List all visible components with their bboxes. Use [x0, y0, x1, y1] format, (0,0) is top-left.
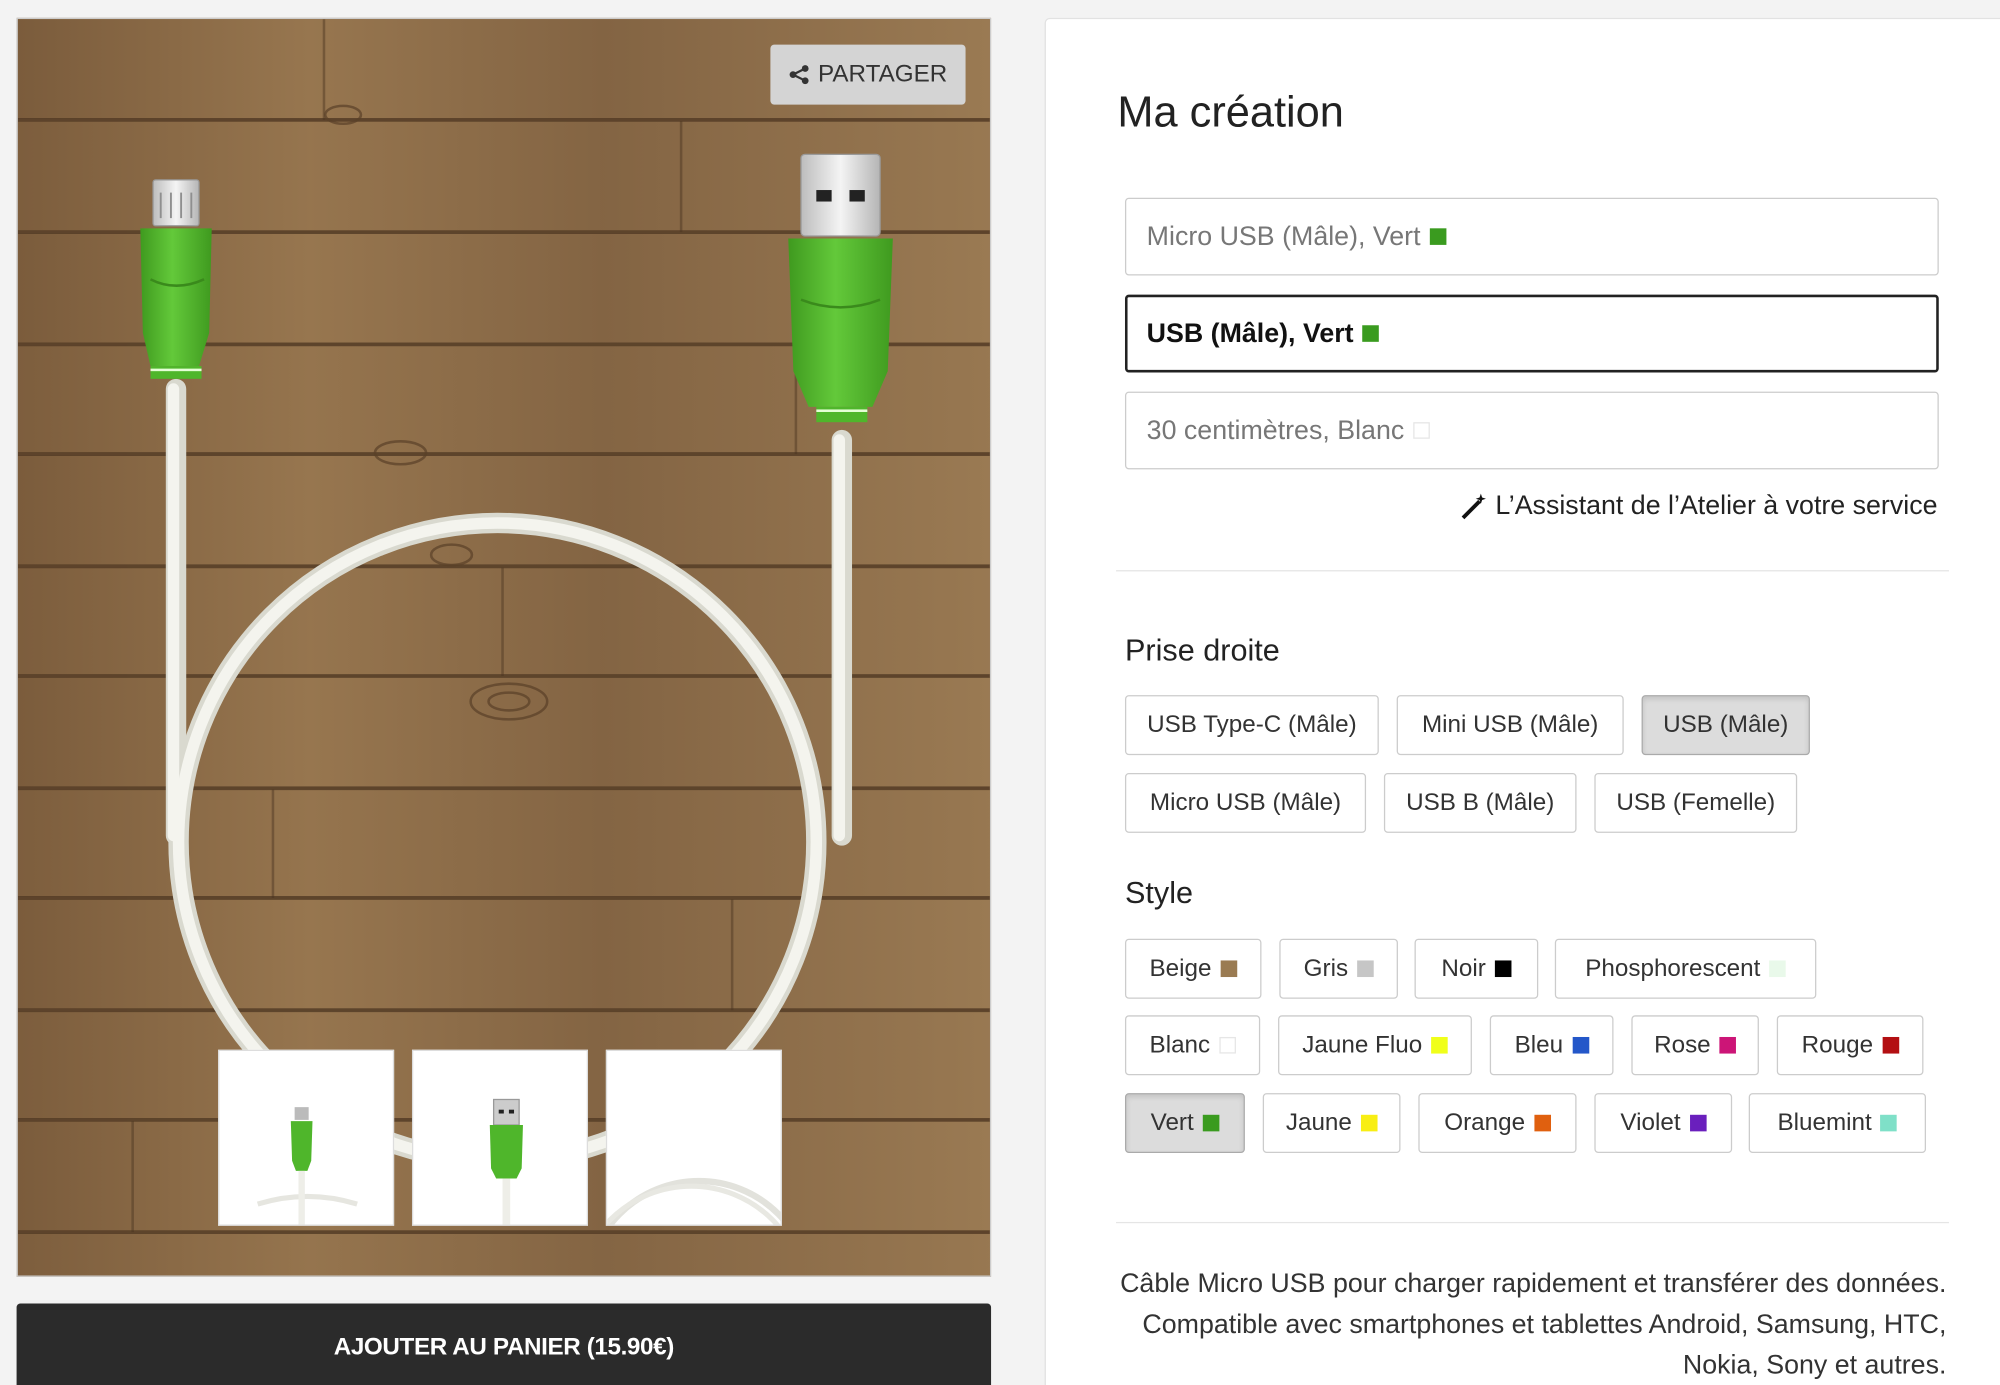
- style-noir[interactable]: Noir: [1414, 938, 1539, 999]
- option-mini-usb[interactable]: Mini USB (Mâle): [1396, 695, 1624, 756]
- summary-right-connector[interactable]: USB (Mâle), Vert: [1124, 294, 1939, 373]
- color-swatch: [1357, 960, 1374, 978]
- style-phosphorescent[interactable]: Phosphorescent: [1554, 938, 1817, 999]
- product-description: Câble Micro USB pour charger rapidement …: [1120, 1269, 1947, 1381]
- color-swatch: [1572, 1036, 1589, 1054]
- summary-left-connector[interactable]: Micro USB (Mâle), Vert: [1124, 197, 1939, 276]
- color-swatch: [1534, 1114, 1551, 1132]
- share-label: PARTAGER: [817, 60, 948, 88]
- assistant-link[interactable]: L’Assistant de l’Atelier à votre service: [1460, 491, 1938, 522]
- color-swatch: [1494, 960, 1512, 978]
- summary-cable-label: 30 centimètres, Blanc: [1146, 415, 1405, 445]
- option-usb-female[interactable]: USB (Femelle): [1594, 772, 1798, 833]
- style-jaune-fluo[interactable]: Jaune Fluo: [1278, 1015, 1472, 1076]
- style-vert[interactable]: Vert: [1124, 1093, 1245, 1154]
- thumbnail-right-connector[interactable]: [411, 1049, 589, 1226]
- divider: [1116, 1221, 1949, 1224]
- color-swatch: [1360, 1114, 1378, 1132]
- plug-section-title: Prise droite: [1124, 633, 1280, 669]
- style-rose[interactable]: Rose: [1631, 1015, 1759, 1076]
- add-to-cart-button[interactable]: AJOUTER AU PANIER (15.90€): [16, 1303, 992, 1385]
- color-swatch: [1413, 422, 1430, 439]
- thumbnail-cable-loop[interactable]: [605, 1049, 782, 1226]
- style-label: Jaune: [1285, 1109, 1352, 1136]
- page-title: Ma création: [1117, 88, 1344, 137]
- color-swatch: [1220, 960, 1237, 978]
- share-icon: [790, 65, 809, 85]
- option-micro-usb[interactable]: Micro USB (Mâle): [1124, 772, 1367, 833]
- style-label: Violet: [1620, 1109, 1681, 1136]
- style-gris[interactable]: Gris: [1279, 938, 1398, 999]
- color-swatch: [1882, 1036, 1899, 1054]
- style-label: Bleu: [1514, 1031, 1564, 1059]
- configuration-panel: Ma création Micro USB (Mâle), Vert USB (…: [1044, 17, 2000, 1385]
- style-label: Rouge: [1801, 1031, 1874, 1059]
- summary-right-connector-label: USB (Mâle), Vert: [1146, 318, 1354, 348]
- assistant-label: L’Assistant de l’Atelier à votre service: [1495, 491, 1938, 521]
- summary-cable[interactable]: 30 centimètres, Blanc: [1124, 391, 1939, 470]
- summary-left-connector-label: Micro USB (Mâle), Vert: [1146, 221, 1421, 251]
- color-swatch: [1689, 1114, 1707, 1132]
- style-label: Bluemint: [1777, 1109, 1872, 1136]
- thumbnail-left-connector[interactable]: [218, 1049, 395, 1226]
- magic-wand-icon: [1462, 493, 1487, 520]
- style-bleu[interactable]: Bleu: [1489, 1015, 1614, 1076]
- style-violet[interactable]: Violet: [1594, 1093, 1733, 1154]
- style-label: Jaune Fluo: [1302, 1031, 1423, 1059]
- option-usb-type-c[interactable]: USB Type-C (Mâle): [1124, 695, 1379, 756]
- divider: [1116, 570, 1949, 572]
- color-swatch: [1429, 228, 1447, 245]
- color-swatch: [1362, 325, 1380, 342]
- style-label: Beige: [1149, 954, 1212, 982]
- style-label: Blanc: [1149, 1031, 1211, 1059]
- style-orange[interactable]: Orange: [1418, 1093, 1577, 1154]
- style-label: Gris: [1303, 954, 1349, 982]
- style-section-title: Style: [1124, 876, 1194, 911]
- product-preview: PARTAGER: [16, 17, 992, 1277]
- style-label: Noir: [1441, 954, 1486, 982]
- style-label: Rose: [1654, 1031, 1711, 1059]
- style-label: Orange: [1444, 1109, 1526, 1136]
- option-usb-b[interactable]: USB B (Mâle): [1383, 772, 1577, 833]
- style-bluemint[interactable]: Bluemint: [1748, 1093, 1927, 1154]
- color-swatch: [1219, 1036, 1236, 1054]
- option-usb-male[interactable]: USB (Mâle): [1641, 695, 1810, 756]
- style-label: Vert: [1150, 1109, 1194, 1136]
- color-swatch: [1769, 960, 1786, 978]
- color-swatch: [1202, 1114, 1220, 1132]
- share-button[interactable]: PARTAGER: [770, 44, 966, 105]
- style-jaune[interactable]: Jaune: [1262, 1093, 1401, 1154]
- style-rouge[interactable]: Rouge: [1776, 1015, 1924, 1076]
- style-beige[interactable]: Beige: [1124, 938, 1262, 999]
- color-swatch: [1431, 1036, 1448, 1054]
- color-swatch: [1719, 1036, 1737, 1054]
- color-swatch: [1880, 1114, 1898, 1132]
- style-label: Phosphorescent: [1585, 954, 1761, 982]
- style-blanc[interactable]: Blanc: [1124, 1015, 1261, 1076]
